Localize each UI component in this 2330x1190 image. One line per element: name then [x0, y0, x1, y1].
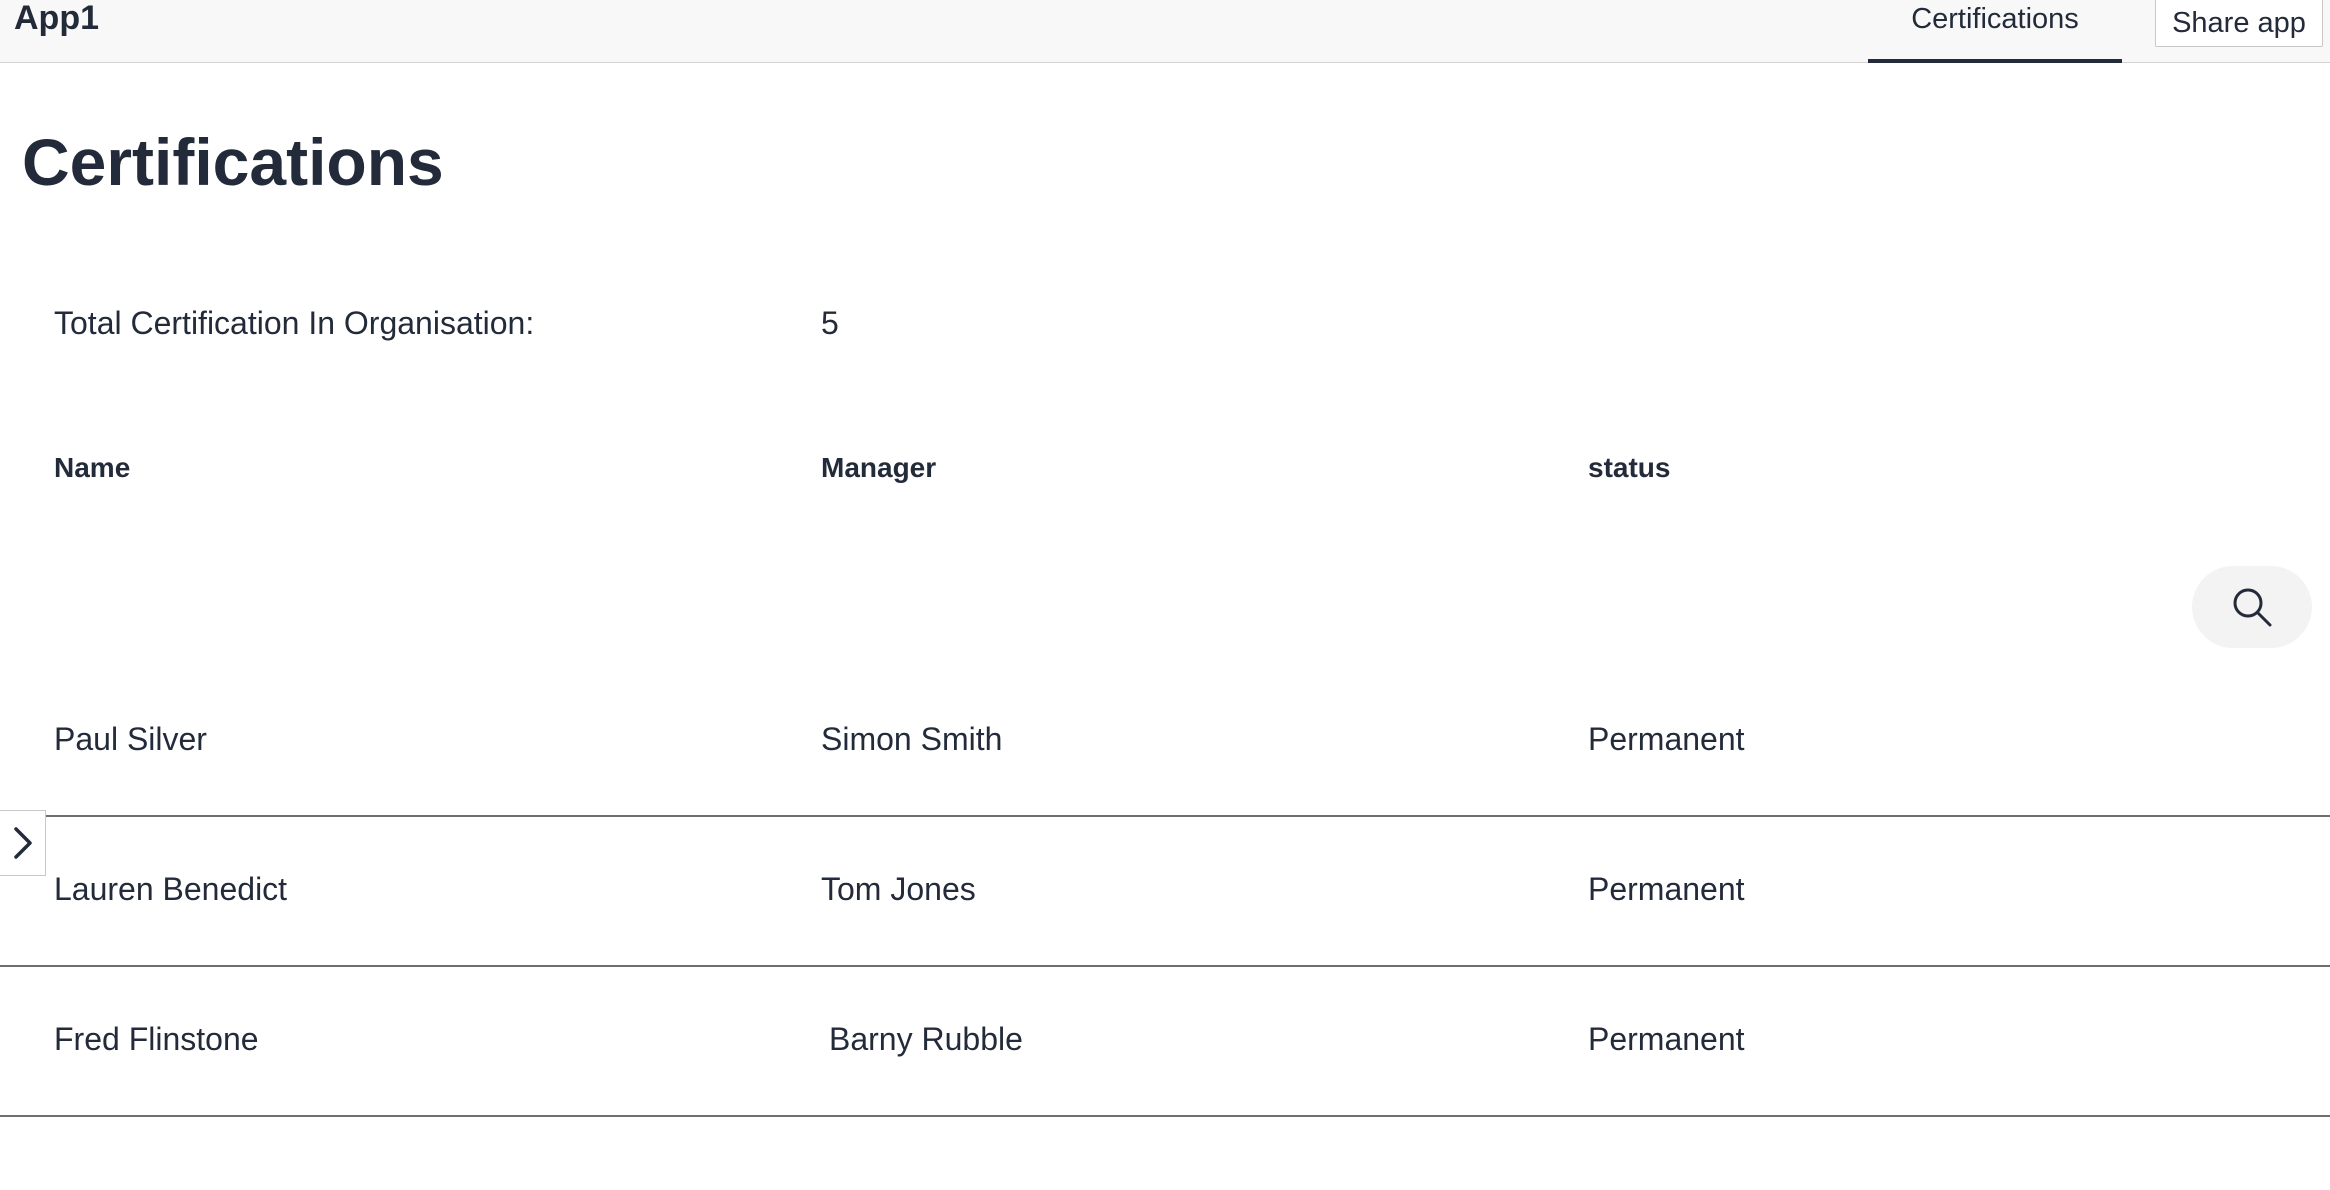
total-certification-label: Total Certification In Organisation: — [54, 305, 535, 341]
column-header-name: Name — [54, 452, 131, 483]
table-row[interactable]: Fred Flinstone Barny Rubble Permanent — [0, 967, 2330, 1117]
cell-name: Lauren Benedict — [54, 871, 288, 907]
share-app-button[interactable]: Share app — [2155, 0, 2323, 47]
search-button[interactable] — [2192, 566, 2312, 648]
cell-manager: Tom Jones — [821, 871, 976, 907]
cell-status: Permanent — [1588, 1021, 1745, 1057]
table-row[interactable]: Paul Silver Simon Smith Permanent — [0, 667, 2330, 817]
cell-manager: Barny Rubble — [829, 1021, 1023, 1057]
search-icon — [2233, 588, 2272, 627]
cell-manager: Simon Smith — [821, 721, 1003, 757]
cell-status: Permanent — [1588, 871, 1745, 907]
expand-panel-button[interactable] — [0, 810, 46, 876]
top-bar: App1 Certifications Share app — [0, 0, 2330, 63]
column-header-status: status — [1588, 452, 1671, 483]
table-row[interactable]: Lauren Benedict Tom Jones Permanent — [0, 817, 2330, 967]
tab-certifications[interactable]: Certifications — [1868, 0, 2122, 63]
total-certification-value: 5 — [821, 305, 839, 341]
cell-status: Permanent — [1588, 721, 1745, 757]
app-name: App1 — [14, 0, 99, 37]
chevron-right-icon — [14, 827, 32, 859]
cell-name: Fred Flinstone — [54, 1021, 259, 1057]
cell-name: Paul Silver — [54, 721, 207, 757]
page-title: Certifications — [22, 125, 444, 199]
column-header-manager: Manager — [821, 452, 937, 483]
